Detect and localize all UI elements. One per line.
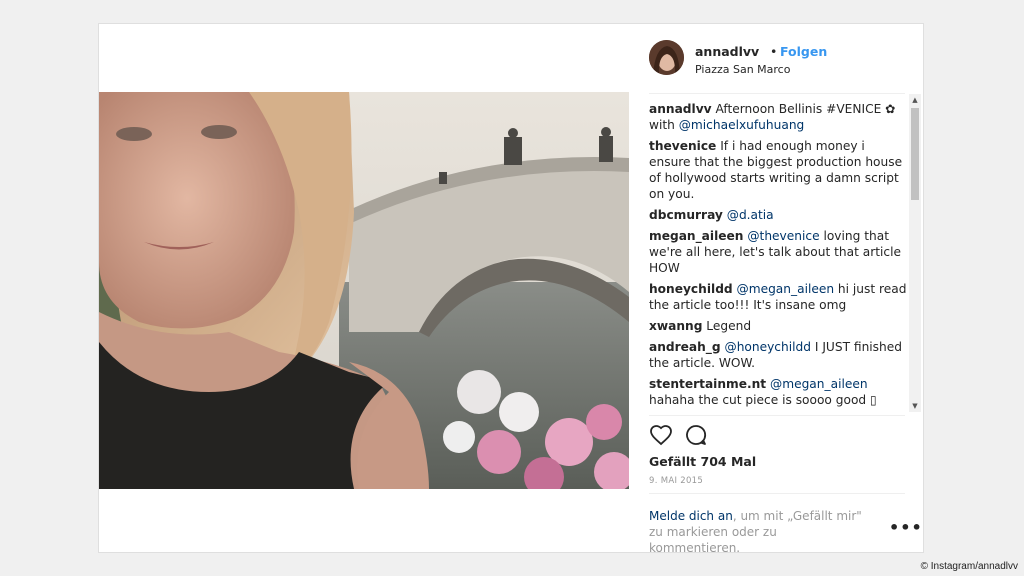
comment-item: thevenice If i had enough money i ensure… [649, 138, 909, 202]
comment-item: honeychildd @megan_aileen hi just read t… [649, 281, 909, 313]
scroll-up-arrow-icon[interactable]: ▲ [909, 94, 921, 106]
separator-dot: • [770, 44, 778, 59]
comment-mention[interactable]: @d.atia [727, 208, 774, 222]
post-date[interactable]: 9. MAI 2015 [649, 476, 703, 486]
comment-user[interactable]: stentertainme.nt [649, 377, 766, 391]
comment-text: Legend [706, 319, 752, 333]
heart-icon [650, 425, 672, 446]
username[interactable]: annadlvv [695, 44, 759, 59]
comment-mention[interactable]: @michaelxufuhuang [679, 118, 805, 132]
login-prompt: Melde dich an, um mit „Gefällt mir" zu m… [649, 508, 871, 556]
comment-user[interactable]: annadlvv [649, 102, 712, 116]
more-options-button[interactable]: ••• [889, 518, 923, 537]
comment-item: megan_aileen @thevenice loving that we'r… [649, 228, 909, 276]
comment-item: dbcmurray @d.atia [649, 207, 909, 223]
post-photo[interactable] [99, 92, 629, 489]
comment-user[interactable]: megan_aileen [649, 229, 743, 243]
comment-item: xwanng Legend [649, 318, 909, 334]
post-sidebar: annadlvv • Folgen Piazza San Marco annad… [629, 24, 923, 555]
selfie-venice-bridge-image [99, 92, 629, 489]
photo-credit: © Instagram/annadlvv [920, 561, 1018, 572]
location-link[interactable]: Piazza San Marco [695, 63, 790, 76]
divider [649, 493, 905, 494]
follow-button[interactable]: Folgen [780, 44, 827, 59]
login-link[interactable]: Melde dich an [649, 509, 733, 523]
scrollbar-thumb[interactable] [911, 108, 919, 200]
comment-text: hahaha the cut piece is soooo good ▯ [649, 393, 877, 407]
comment-user[interactable]: honeychildd [649, 282, 733, 296]
like-button[interactable] [649, 423, 675, 449]
comment-user[interactable]: xwanng [649, 319, 702, 333]
comment-user[interactable]: andreah_g [649, 340, 721, 354]
scroll-down-arrow-icon[interactable]: ▼ [909, 400, 921, 412]
post-header: annadlvv • Folgen Piazza San Marco [649, 40, 905, 80]
comment-mention[interactable]: @megan_aileen [737, 282, 835, 296]
comment-item: annadlvv Afternoon Bellinis #VENICE ✿ wi… [649, 101, 909, 133]
likes-count[interactable]: Gefällt 704 Mal [649, 454, 756, 469]
divider [649, 93, 905, 94]
comment-user[interactable]: thevenice [649, 139, 716, 153]
avatar-image [649, 40, 684, 75]
avatar[interactable] [649, 40, 684, 75]
comment-mention[interactable]: @megan_aileen [770, 377, 868, 391]
comment-bubble-icon [686, 425, 707, 445]
comment-item: andreah_g @honeychildd I JUST finished t… [649, 339, 909, 371]
divider [649, 415, 905, 416]
comments-list[interactable]: annadlvv Afternoon Bellinis #VENICE ✿ wi… [649, 101, 909, 414]
comment-user[interactable]: dbcmurray [649, 208, 723, 222]
comment-mention[interactable]: @thevenice [747, 229, 819, 243]
comment-item: stentertainme.nt @megan_aileen hahaha th… [649, 376, 909, 408]
comment-mention[interactable]: @honeychildd [725, 340, 811, 354]
instagram-post-card: annadlvv • Folgen Piazza San Marco annad… [98, 23, 924, 555]
comments-scrollbar[interactable]: ▲ ▼ [909, 94, 921, 412]
comment-button[interactable] [684, 423, 710, 449]
